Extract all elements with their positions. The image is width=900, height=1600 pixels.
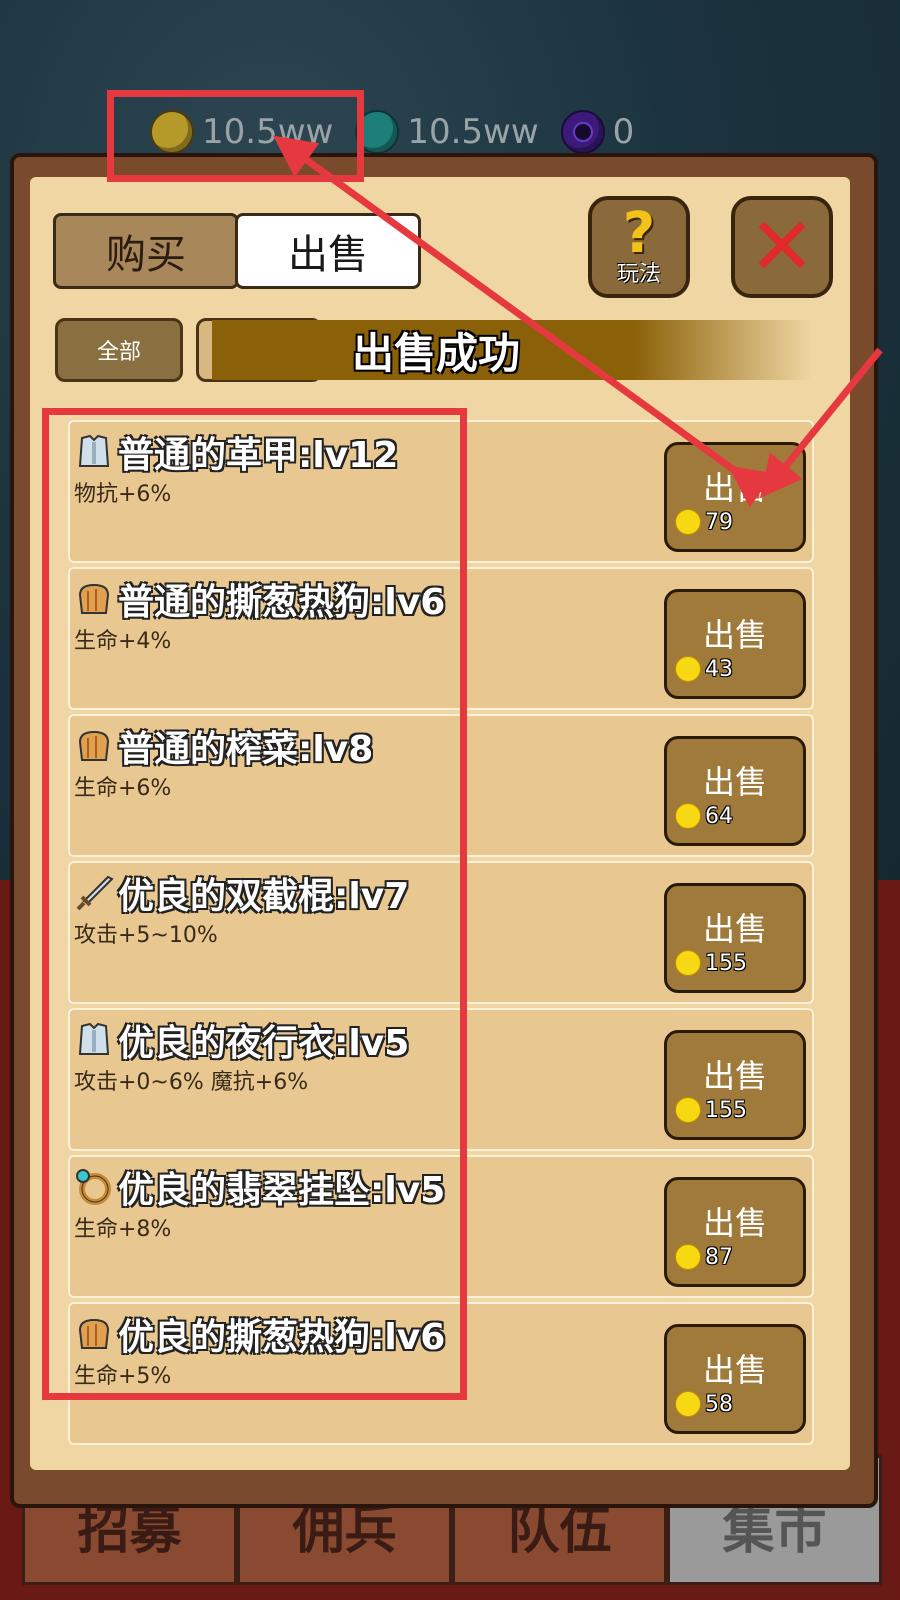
sell-button[interactable]: 出售 43: [664, 589, 806, 699]
currency-purple: 0: [560, 110, 635, 154]
tab-sell[interactable]: 出售: [235, 213, 421, 289]
close-button[interactable]: ✕: [731, 196, 833, 298]
help-button[interactable]: ? 玩法: [588, 196, 690, 298]
sell-price: 64: [705, 803, 733, 829]
sell-price: 43: [705, 656, 733, 682]
sell-label: 出售: [702, 469, 767, 507]
sell-price: 155: [705, 950, 747, 976]
annotation-currency-box: [107, 90, 364, 182]
question-icon: ?: [622, 201, 656, 266]
sell-price: 79: [705, 509, 733, 535]
gold-coin-icon: [675, 1391, 701, 1417]
sell-success-toast: 出售成功: [212, 320, 812, 380]
purple-amount: 0: [612, 112, 635, 152]
annotation-items-box: [42, 408, 467, 1400]
sell-button[interactable]: 出售 155: [664, 1030, 806, 1140]
sell-button[interactable]: 出售 58: [664, 1324, 806, 1434]
sell-label: 出售: [702, 616, 767, 654]
currency-gem: 10.5ww: [355, 110, 539, 154]
close-icon: ✕: [748, 200, 816, 293]
filter-all[interactable]: 全部: [55, 318, 183, 382]
sell-button[interactable]: 出售 64: [664, 736, 806, 846]
tab-buy[interactable]: 购买: [53, 213, 239, 289]
toast-text: 出售成功: [352, 328, 521, 378]
gold-coin-icon: [675, 509, 701, 535]
sell-label: 出售: [702, 1057, 767, 1095]
help-label: 玩法: [616, 262, 661, 287]
gold-coin-icon: [675, 656, 701, 682]
sell-button[interactable]: 出售 79: [664, 442, 806, 552]
gold-coin-icon: [675, 803, 701, 829]
gold-coin-icon: [675, 1097, 701, 1123]
sell-price: 58: [705, 1391, 733, 1417]
sell-label: 出售: [702, 1204, 767, 1242]
gold-coin-icon: [675, 1244, 701, 1270]
sell-button[interactable]: 出售 87: [664, 1177, 806, 1287]
purple-orb-icon: [560, 110, 605, 154]
sell-label: 出售: [702, 910, 767, 948]
gem-amount: 10.5ww: [407, 112, 539, 152]
sell-price: 87: [705, 1244, 733, 1270]
sell-label: 出售: [702, 763, 767, 801]
sell-label: 出售: [702, 1351, 767, 1389]
sell-button[interactable]: 出售 155: [664, 883, 806, 993]
gold-coin-icon: [675, 950, 701, 976]
sell-price: 155: [705, 1097, 747, 1123]
